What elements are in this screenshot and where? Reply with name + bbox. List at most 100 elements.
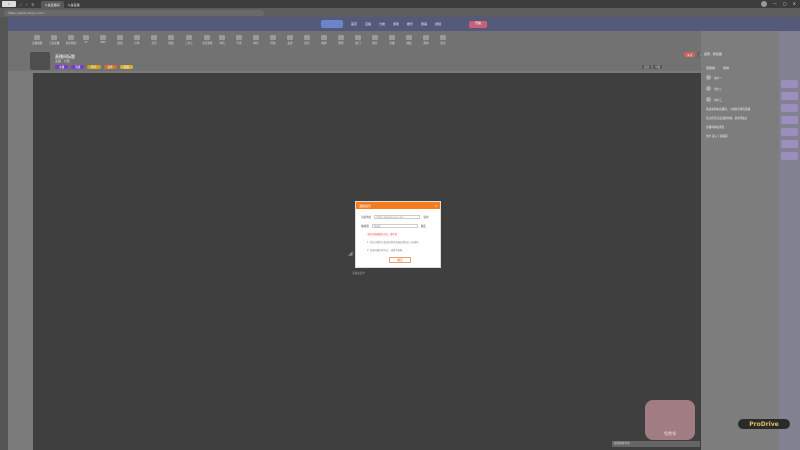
tab-contribution[interactable]: 贡献榜 xyxy=(706,66,715,70)
category-item[interactable]: 主机游戏 xyxy=(202,35,212,45)
category-icon xyxy=(287,35,293,40)
copy-button[interactable]: 复制 xyxy=(423,215,428,219)
maximize-icon[interactable]: ▢ xyxy=(783,1,787,7)
nav-item[interactable]: 赛事 xyxy=(421,22,427,26)
rail-item[interactable] xyxy=(781,116,798,124)
category-item[interactable]: 美食 xyxy=(287,35,293,45)
back-icon[interactable]: ‹ xyxy=(20,2,22,7)
category-item[interactable]: 和平精英 xyxy=(66,35,76,45)
row-label: 当前地址 xyxy=(361,216,372,219)
report-button[interactable]: 举报 xyxy=(653,65,663,69)
category-item[interactable]: 推荐 xyxy=(372,35,378,45)
ok-button[interactable]: 确定 xyxy=(389,257,411,263)
category-label: 热门 xyxy=(355,42,361,45)
nav-item[interactable]: 视频 xyxy=(435,22,441,26)
site-logo[interactable] xyxy=(320,20,343,28)
nav-item[interactable]: 分类 xyxy=(379,22,385,26)
category-icon xyxy=(236,35,242,40)
browser-tab-2[interactable]: 斗鱼直播 xyxy=(64,1,84,8)
player-select[interactable]: 请选择 xyxy=(371,224,418,228)
category-label: 视频 xyxy=(406,42,412,45)
url-text: https://www.douyu.com/ xyxy=(8,10,45,15)
category-item[interactable]: 综合 xyxy=(304,35,310,45)
category-icon xyxy=(34,35,41,40)
go-live-button[interactable]: 开播 xyxy=(469,20,488,28)
category-item[interactable]: 王者荣耀 xyxy=(49,35,59,45)
url-input[interactable]: https://www.douyu.com/ xyxy=(4,9,264,16)
rail-item[interactable] xyxy=(781,140,798,148)
category-label: CF xyxy=(84,41,88,44)
gift-promo-icon[interactable]: 免费领 xyxy=(645,400,695,440)
category-item[interactable]: 音乐 xyxy=(151,35,157,45)
category-item[interactable]: 棋牌 xyxy=(321,35,327,45)
chat-message: 直播间系统消息 xyxy=(706,126,725,129)
rail-item[interactable] xyxy=(781,92,798,100)
refresh-icon[interactable]: ↻ xyxy=(31,2,34,7)
minimize-icon[interactable]: — xyxy=(773,1,777,7)
browser-logo[interactable]: ⟡ xyxy=(2,1,16,7)
category-item[interactable]: 直播 xyxy=(389,35,395,45)
rank-row[interactable]: 用户一 xyxy=(706,75,722,80)
quality-button[interactable]: 画质 xyxy=(642,65,652,69)
forward-icon[interactable]: › xyxy=(26,2,28,7)
chat-sidebar xyxy=(701,31,779,450)
category-icon xyxy=(270,35,276,40)
browser-tab-1[interactable]: 斗鱼直播间 xyxy=(40,1,64,8)
player-status: 视频播放状态 xyxy=(612,441,700,447)
category-icon xyxy=(338,35,344,40)
rail-item[interactable] xyxy=(781,80,798,88)
rail-item[interactable] xyxy=(781,104,798,112)
user-avatar[interactable] xyxy=(760,1,767,7)
category-icon xyxy=(406,35,412,40)
rank-row[interactable]: 用户三 xyxy=(706,97,722,102)
category-item[interactable]: 热门 xyxy=(355,35,361,45)
category-item[interactable]: 手游 xyxy=(236,35,242,45)
category-label: 主机游戏 xyxy=(202,42,213,45)
chat-message: 欢迎来到本直播间，斗鱼倡导绿色直播 xyxy=(706,108,751,111)
category-label: 单机 xyxy=(219,42,225,45)
category-item[interactable]: 二次元 xyxy=(185,35,193,45)
category-icon xyxy=(151,35,157,40)
sidebar-header: 贵宾 · 粉丝团 xyxy=(704,52,722,56)
rail-item[interactable] xyxy=(781,128,798,136)
nav-item[interactable]: 首页 xyxy=(351,22,357,26)
nav-item[interactable]: 直播 xyxy=(365,22,371,26)
category-item[interactable]: 科技 xyxy=(270,35,276,45)
category-label: 英雄联盟 xyxy=(32,42,43,45)
category-icon xyxy=(321,35,327,40)
nav-item[interactable]: 娱乐 xyxy=(407,22,413,26)
category-item[interactable]: CF xyxy=(83,35,89,44)
nav-item[interactable]: 游戏 xyxy=(393,22,399,26)
gift-label: 免费领 xyxy=(664,431,676,436)
streamer-avatar[interactable] xyxy=(30,52,50,70)
category-item[interactable]: 网游 xyxy=(338,35,344,45)
category-label: 直播 xyxy=(389,42,395,45)
close-icon[interactable]: ✕ xyxy=(434,204,437,208)
category-item[interactable]: 英雄联盟 xyxy=(32,35,42,45)
category-item[interactable]: DNF xyxy=(100,35,106,44)
category-label: 音乐 xyxy=(151,42,157,45)
category-item[interactable]: 体育 xyxy=(253,35,259,45)
category-item[interactable]: 户外 xyxy=(134,35,140,45)
rank-row[interactable]: 用户二 xyxy=(706,86,722,91)
category-item[interactable]: 视频 xyxy=(406,35,412,45)
category-icon xyxy=(168,35,174,40)
category-item[interactable]: 单机 xyxy=(219,35,225,45)
category-item[interactable]: 赛事 xyxy=(423,35,429,45)
category-label: 舞蹈 xyxy=(168,42,174,45)
tab-weekly[interactable]: 周榜 xyxy=(723,66,729,70)
category-item[interactable]: 舞蹈 xyxy=(168,35,174,45)
notice-dialog: 温馨提示 ✕ 当前地址 https://www.douyu.com 复制 播放器… xyxy=(355,201,441,268)
category-icon xyxy=(83,35,89,40)
header-action-button[interactable]: 关注 xyxy=(684,52,696,57)
category-icon xyxy=(355,35,361,40)
confirm-link[interactable]: 确定 xyxy=(421,224,426,228)
url-field[interactable]: https://www.douyu.com xyxy=(374,215,421,219)
category-item[interactable]: 更多 xyxy=(440,35,446,45)
rail-item[interactable] xyxy=(781,152,798,160)
category-label: 二次元 xyxy=(185,42,193,45)
address-bar: https://www.douyu.com/ xyxy=(0,8,800,17)
category-item[interactable]: 颜值 xyxy=(117,35,123,45)
close-icon[interactable]: ✕ xyxy=(793,1,796,7)
browser-titlebar: ⟡ ‹ › ↻ 斗鱼直播间 斗鱼直播 — ▢ ✕ xyxy=(0,0,800,8)
